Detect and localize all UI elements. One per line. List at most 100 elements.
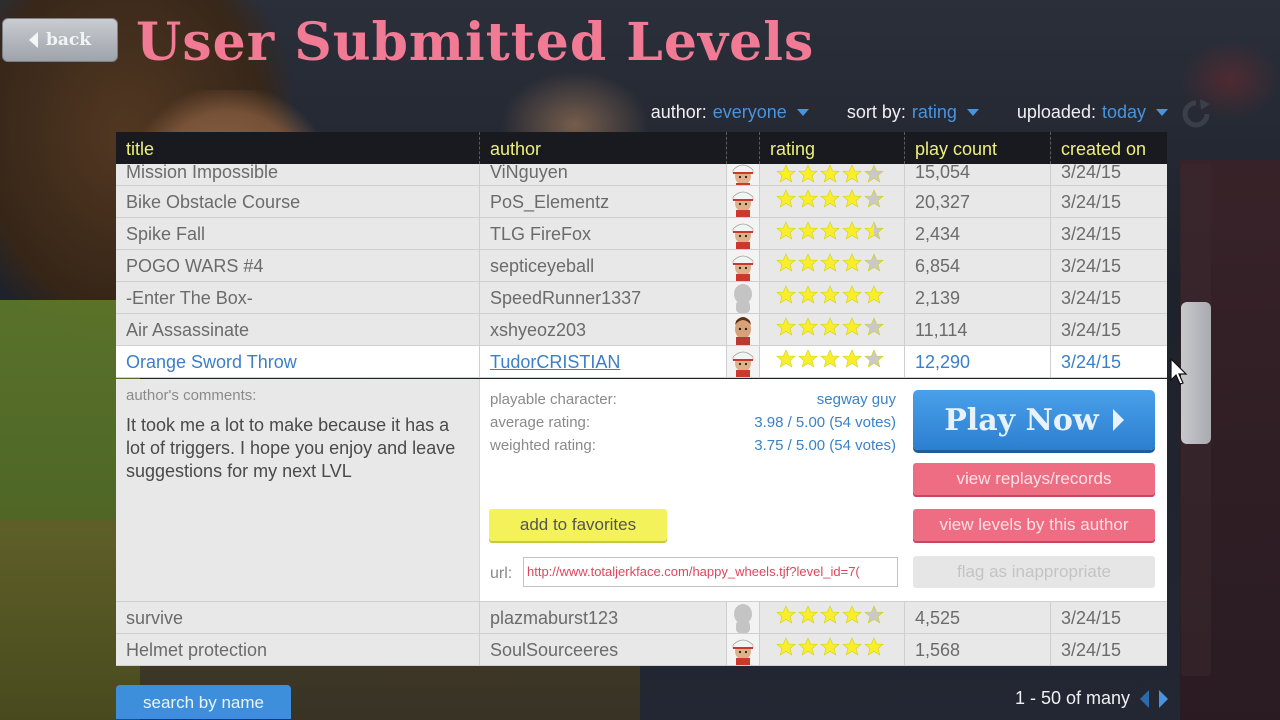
table-row[interactable]: Bike Obstacle Course PoS_Elementz 20,327 3/… [116, 186, 1167, 218]
star-icon [798, 314, 818, 345]
character-label: playable character: [490, 391, 617, 408]
column-header-title[interactable]: title [116, 132, 480, 164]
level-author[interactable]: septiceyeball [480, 250, 727, 281]
weighted-rating-label: weighted rating: [490, 437, 596, 454]
star-icon [864, 314, 884, 345]
view-replays-button[interactable]: view replays/records [913, 463, 1155, 495]
level-title: Mission Impossible [116, 164, 480, 185]
back-button-label: back [45, 30, 92, 50]
avatar [727, 218, 760, 249]
column-header-play-count[interactable]: play count [905, 132, 1051, 164]
sort-filter-label: sort by: [846, 102, 906, 122]
average-rating-label: average rating: [490, 414, 591, 431]
level-author[interactable]: SoulSourceeres [480, 634, 727, 665]
level-author[interactable]: xshyeoz203 [480, 314, 727, 345]
level-author[interactable]: TudorCRISTIAN [480, 346, 727, 377]
author-comments-text: It took me a lot to make because it has … [126, 415, 456, 481]
level-title: -Enter The Box- [116, 282, 480, 313]
level-author-name[interactable]: ViNguyen [490, 164, 568, 182]
table-row[interactable]: Spike Fall TLG FireFox 2,434 3/24/15 [116, 218, 1167, 250]
star-icon [820, 186, 840, 217]
avatar [727, 250, 760, 281]
play-now-button[interactable]: Play Now [913, 390, 1155, 450]
level-author[interactable]: SpeedRunner1337 [480, 282, 727, 313]
view-levels-by-author-button[interactable]: view levels by this author [913, 509, 1155, 541]
level-title: Spike Fall [116, 218, 480, 249]
level-author-name[interactable]: PoS_Elementz [490, 192, 609, 212]
table-row[interactable]: Mission Impossible ViNguyen 15,054 3/24/15 [116, 164, 1167, 186]
level-url-field[interactable]: http://www.totaljerkface.com/happy_wheel… [523, 557, 898, 587]
star-icon [820, 164, 840, 185]
column-header-created-on[interactable]: created on [1051, 132, 1167, 164]
level-title: survive [116, 602, 480, 633]
average-rating-value: 3.98 / 5.00 (54 votes) [754, 414, 896, 431]
table-row[interactable]: -Enter The Box- SpeedRunner1337 2,139 3/24/… [116, 282, 1167, 314]
star-icon [842, 218, 862, 249]
star-icon [842, 634, 862, 665]
table-row-selected[interactable]: Orange Sword Throw TudorCRISTIAN 12,290 3/2… [116, 346, 1167, 378]
level-author-name[interactable]: xshyeoz203 [490, 320, 586, 340]
level-author[interactable]: TLG FireFox [480, 218, 727, 249]
star-icon [776, 186, 796, 217]
avatar [727, 186, 760, 217]
table-row[interactable]: survive plazmaburst123 4,525 3/24/15 [116, 602, 1167, 634]
column-header-rating[interactable]: rating [760, 132, 905, 164]
rating-stars [760, 164, 905, 185]
author-filter[interactable]: author: everyone [651, 102, 809, 123]
star-icon [798, 250, 818, 281]
flag-inappropriate-button: flag as inappropriate [913, 556, 1155, 588]
created-on: 3/24/15 [1061, 164, 1122, 182]
star-icon [776, 282, 796, 313]
add-to-favorites-button[interactable]: add to favorites [489, 509, 667, 541]
star-icon [864, 634, 884, 665]
back-button[interactable]: back [2, 18, 118, 62]
level-author-name[interactable]: plazmaburst123 [490, 608, 618, 628]
table-row[interactable]: Helmet protection SoulSourceeres 1,568 3/24… [116, 634, 1167, 666]
table-header: title author rating play count created o… [116, 132, 1167, 164]
star-icon [776, 314, 796, 345]
play-count: 20,327 [905, 186, 1051, 217]
play-count: 12,290 [905, 346, 1051, 377]
star-icon [864, 282, 884, 313]
created-on: 3/24/15 [1061, 320, 1122, 340]
level-author[interactable]: plazmaburst123 [480, 602, 727, 633]
avatar [727, 634, 760, 665]
table-row[interactable]: POGO WARS #4 septiceyeball 6,854 3/24/15 [116, 250, 1167, 282]
created-on: 3/24/15 [1061, 288, 1122, 308]
search-by-name-button[interactable]: search by name [116, 685, 291, 719]
star-icon [820, 634, 840, 665]
avatar [727, 164, 760, 185]
rating-stars [760, 186, 905, 217]
star-icon [820, 282, 840, 313]
star-icon [798, 602, 818, 633]
created-on: 3/24/15 [1061, 224, 1122, 244]
level-author-name[interactable]: SoulSourceeres [490, 640, 618, 660]
play-count: 4,525 [905, 602, 1051, 633]
character-value: segway guy [816, 391, 896, 408]
chevron-down-icon [966, 109, 979, 116]
rating-stars [760, 282, 905, 313]
previous-page-icon[interactable] [1140, 689, 1149, 708]
refresh-icon[interactable] [1180, 98, 1212, 130]
author-comments-label: author's comments: [126, 387, 257, 404]
table-rows-bottom: survive plazmaburst123 4,525 3/24/15 Helmet … [116, 602, 1167, 666]
level-author[interactable]: PoS_Elementz [480, 186, 727, 217]
level-author-name[interactable]: TudorCRISTIAN [490, 352, 620, 372]
level-author-name[interactable]: SpeedRunner1337 [490, 288, 641, 308]
level-author[interactable]: ViNguyen [480, 164, 727, 185]
star-icon [798, 218, 818, 249]
rating-stars [760, 218, 905, 249]
table-row[interactable]: Air Assassinate xshyeoz203 11,114 3/24/15 [116, 314, 1167, 346]
sort-filter[interactable]: sort by: rating [847, 102, 979, 123]
star-icon [842, 314, 862, 345]
star-icon [798, 634, 818, 665]
pagination-text: 1 - 50 of many [1014, 688, 1130, 708]
uploaded-filter[interactable]: uploaded: today [1017, 102, 1168, 123]
next-page-icon[interactable] [1159, 689, 1168, 708]
star-icon [776, 218, 796, 249]
level-author-name[interactable]: TLG FireFox [490, 224, 591, 244]
column-header-author[interactable]: author [480, 132, 727, 164]
rating-stars [760, 314, 905, 345]
level-author-name[interactable]: septiceyeball [490, 256, 594, 276]
star-icon [864, 164, 884, 185]
